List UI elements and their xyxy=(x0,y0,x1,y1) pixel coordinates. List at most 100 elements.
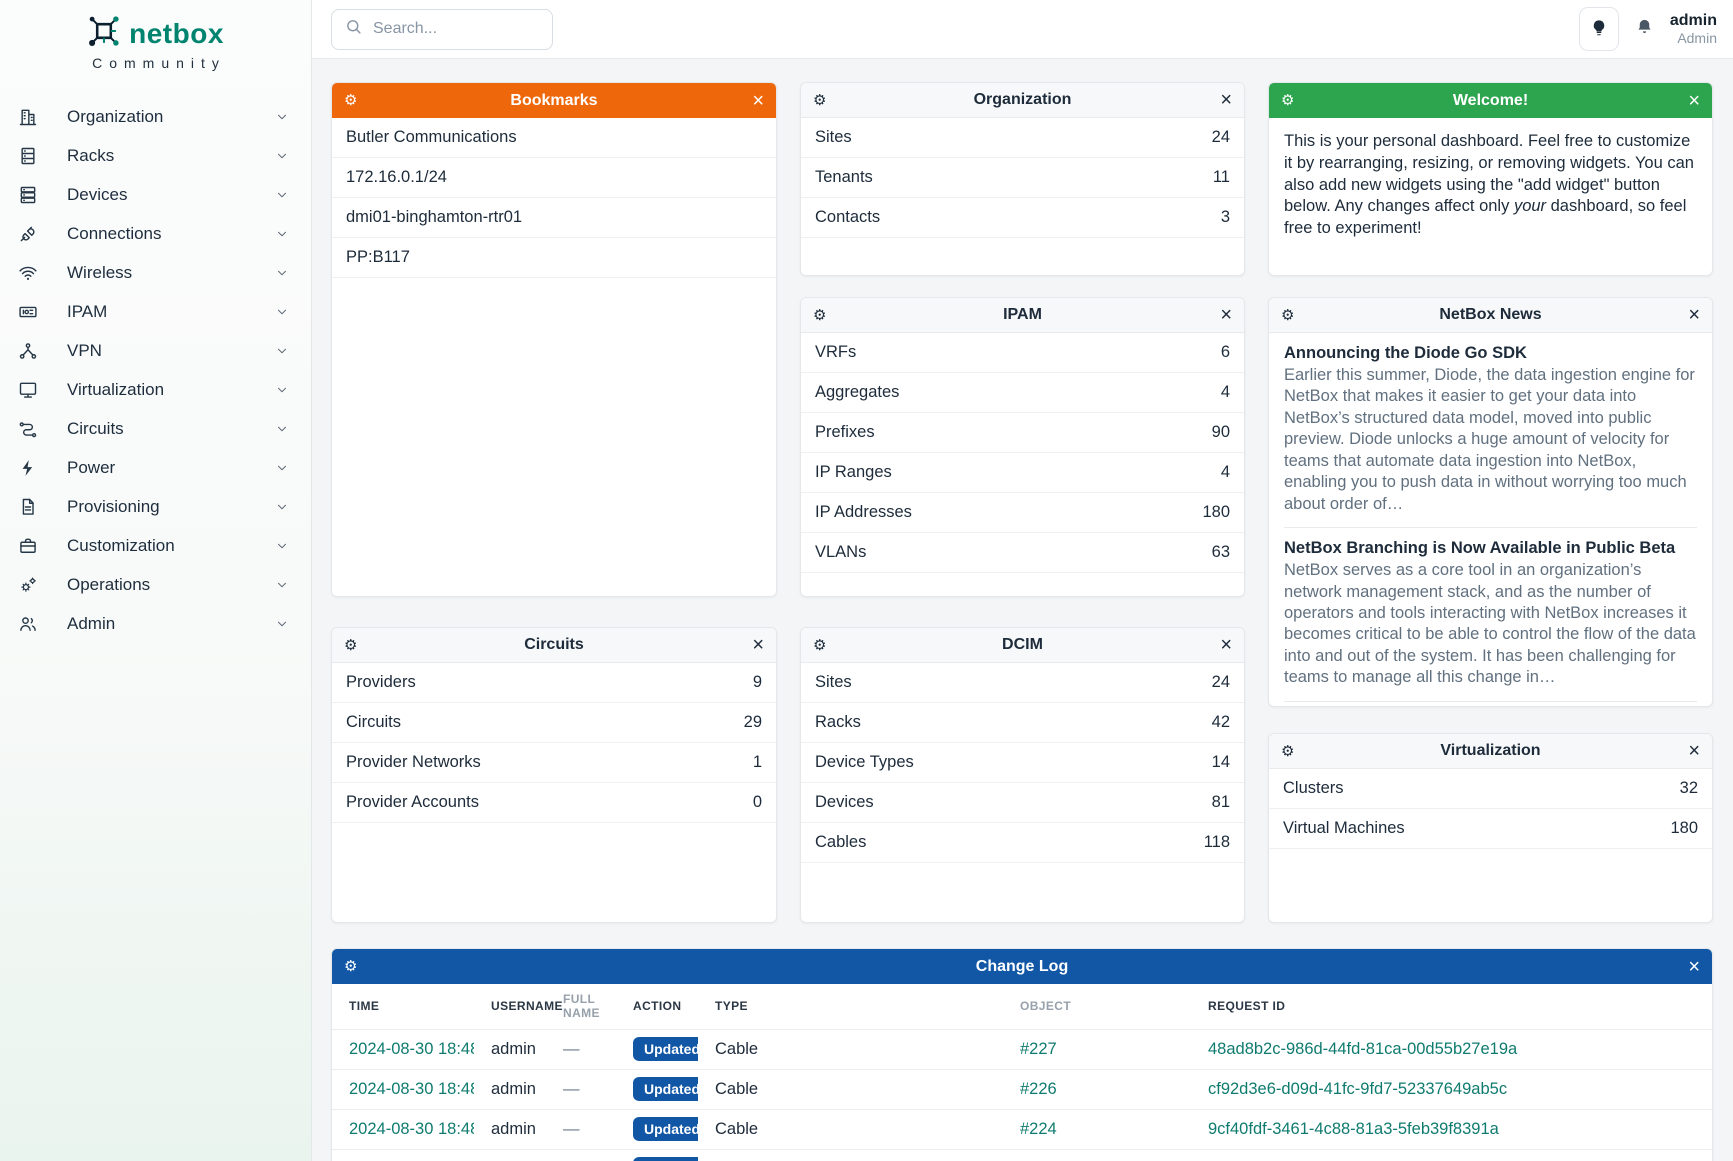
sidebar-item-provisioning[interactable]: Provisioning xyxy=(0,487,311,526)
stat-row[interactable]: VLANs63 xyxy=(801,533,1244,573)
widget-close-icon[interactable]: × xyxy=(1220,90,1232,110)
sidebar-item-connections[interactable]: Connections xyxy=(0,214,311,253)
stat-row[interactable]: Virtual Machines180 xyxy=(1269,809,1712,849)
widget-welcome-header: ⚙ Welcome! × xyxy=(1269,83,1712,118)
stat-row[interactable]: Sites24 xyxy=(801,118,1244,158)
status-badge: Updated xyxy=(633,1117,698,1142)
widget-config-gear-icon[interactable]: ⚙ xyxy=(813,93,826,108)
bookmark-item[interactable]: dmi01-binghamton-rtr01 xyxy=(332,198,776,238)
changelog-request-id-link[interactable]: 48ad8b2c-986d-44fd-81ca-00d55b27e19a xyxy=(1191,1029,1712,1069)
widget-config-gear-icon[interactable]: ⚙ xyxy=(344,93,357,108)
changelog-time-link[interactable]: 2024-08-30 18:47 xyxy=(332,1149,474,1161)
widget-config-gear-icon[interactable]: ⚙ xyxy=(813,638,826,653)
column-header-request-id[interactable]: REQUEST ID xyxy=(1191,984,1712,1029)
theme-toggle-button[interactable] xyxy=(1579,7,1619,51)
sidebar-item-ipam[interactable]: IPAM xyxy=(0,292,311,331)
widget-close-icon[interactable]: × xyxy=(1688,91,1700,111)
changelog-time-link[interactable]: 2024-08-30 18:48 xyxy=(332,1029,474,1069)
stat-row[interactable]: Devices81 xyxy=(801,783,1244,823)
stat-row[interactable]: Sites 24 xyxy=(801,663,1244,703)
logo-block[interactable]: netbox Community xyxy=(0,0,311,81)
widget-circuits-header: ⚙ Circuits × xyxy=(332,628,776,663)
widget-config-gear-icon[interactable]: ⚙ xyxy=(1281,93,1294,108)
stat-label: Virtual Machines xyxy=(1283,819,1405,838)
changelog-request-id-link[interactable]: 7a3c4c3c-cce9-47f2-90f6-f89301c997c3 xyxy=(1191,1149,1712,1161)
changelog-time-link[interactable]: 2024-08-30 18:48 xyxy=(332,1109,474,1149)
widget-close-icon[interactable]: × xyxy=(1688,305,1700,325)
sidebar-item-virtualization[interactable]: Virtualization xyxy=(0,370,311,409)
search-input[interactable] xyxy=(373,20,539,38)
news-article-body: Earlier this summer, Diode, the data ing… xyxy=(1284,365,1697,515)
column-header-action[interactable]: ACTION xyxy=(616,984,698,1029)
news-article: NetBox Branching is Now Available in Pub… xyxy=(1284,527,1697,701)
bookmark-item[interactable]: Butler Communications xyxy=(332,118,776,158)
sidebar-item-admin[interactable]: Admin xyxy=(0,604,311,643)
stat-row[interactable]: Provider Networks1 xyxy=(332,743,776,783)
changelog-time-link[interactable]: 2024-08-30 18:48 xyxy=(332,1069,474,1109)
search-icon xyxy=(345,18,362,40)
column-header-username[interactable]: USERNAME xyxy=(474,984,546,1029)
stat-label: Sites xyxy=(815,673,852,692)
changelog-object-link[interactable]: #227 xyxy=(1003,1029,1191,1069)
bookmark-item[interactable]: PP:B117 xyxy=(332,238,776,278)
stat-row[interactable]: Providers9 xyxy=(332,663,776,703)
sidebar-item-vpn[interactable]: VPN xyxy=(0,331,311,370)
stat-row[interactable]: Circuits29 xyxy=(332,703,776,743)
stat-row[interactable]: Device Types14 xyxy=(801,743,1244,783)
sidebar-item-wireless[interactable]: Wireless xyxy=(0,253,311,292)
stat-row[interactable]: VRFs6 xyxy=(801,333,1244,373)
widget-config-gear-icon[interactable]: ⚙ xyxy=(1281,308,1294,323)
changelog-request-id-link[interactable]: 9cf40fdf-3461-4c88-81a3-5feb39f8391a xyxy=(1191,1109,1712,1149)
widget-config-gear-icon[interactable]: ⚙ xyxy=(344,638,357,653)
notifications-button[interactable] xyxy=(1635,17,1654,42)
stat-value: 9 xyxy=(753,673,762,692)
sidebar-item-organization[interactable]: Organization xyxy=(0,97,311,136)
stat-row[interactable]: Provider Accounts0 xyxy=(332,783,776,823)
sidebar-item-power[interactable]: Power xyxy=(0,448,311,487)
sidebar-item-devices[interactable]: Devices xyxy=(0,175,311,214)
widget-close-icon[interactable]: × xyxy=(1688,741,1700,761)
widget-close-icon[interactable]: × xyxy=(1220,635,1232,655)
stat-row[interactable]: IP Addresses180 xyxy=(801,493,1244,533)
changelog-object-link[interactable]: #224 xyxy=(1003,1149,1191,1161)
widget-close-icon[interactable]: × xyxy=(752,635,764,655)
stat-value: 42 xyxy=(1212,713,1230,732)
stat-row[interactable]: IP Ranges4 xyxy=(801,453,1244,493)
news-article-title[interactable]: NetBox Branching is Now Available in Pub… xyxy=(1284,539,1697,558)
user-name: admin xyxy=(1670,11,1717,30)
stat-value: 4 xyxy=(1221,383,1230,402)
vpn-icon xyxy=(18,341,38,361)
widget-close-icon[interactable]: × xyxy=(1688,957,1700,977)
widget-config-gear-icon[interactable]: ⚙ xyxy=(813,308,826,323)
widget-close-icon[interactable]: × xyxy=(1220,305,1232,325)
sidebar-item-operations[interactable]: Operations xyxy=(0,565,311,604)
bookmark-item[interactable]: 172.16.0.1/24 xyxy=(332,158,776,198)
widget-config-gear-icon[interactable]: ⚙ xyxy=(344,959,357,974)
sidebar-item-customization[interactable]: Customization xyxy=(0,526,311,565)
dashboard: ⚙ Bookmarks × Butler Communications 172.… xyxy=(312,59,1733,1161)
stat-row[interactable]: Tenants11 xyxy=(801,158,1244,198)
stat-row[interactable]: Cables118 xyxy=(801,823,1244,863)
stat-row[interactable]: Racks42 xyxy=(801,703,1244,743)
stat-row[interactable]: Contacts3 xyxy=(801,198,1244,238)
widget-config-gear-icon[interactable]: ⚙ xyxy=(1281,744,1294,759)
sidebar-item-circuits[interactable]: Circuits xyxy=(0,409,311,448)
search-box[interactable] xyxy=(331,9,553,50)
widget-close-icon[interactable]: × xyxy=(752,91,764,111)
stat-value: 24 xyxy=(1212,673,1230,692)
widget-title: Welcome! xyxy=(1269,92,1712,110)
user-menu[interactable]: admin Admin xyxy=(1670,11,1717,47)
stat-row[interactable]: Clusters32 xyxy=(1269,769,1712,809)
sidebar-item-racks[interactable]: Racks xyxy=(0,136,311,175)
column-header-object[interactable]: OBJECT xyxy=(1003,984,1191,1029)
changelog-object-link[interactable]: #226 xyxy=(1003,1069,1191,1109)
changelog-object-link[interactable]: #224 xyxy=(1003,1109,1191,1149)
sidebar-item-label: Power xyxy=(67,458,115,478)
welcome-text-italic: your xyxy=(1514,197,1546,215)
column-header-type[interactable]: TYPE xyxy=(698,984,1003,1029)
column-header-time[interactable]: TIME xyxy=(332,984,474,1029)
stat-row[interactable]: Aggregates4 xyxy=(801,373,1244,413)
changelog-request-id-link[interactable]: cf92d3e6-d09d-41fc-9fd7-52337649ab5c xyxy=(1191,1069,1712,1109)
news-article-title[interactable]: Announcing the Diode Go SDK xyxy=(1284,344,1697,363)
stat-row[interactable]: Prefixes90 xyxy=(801,413,1244,453)
